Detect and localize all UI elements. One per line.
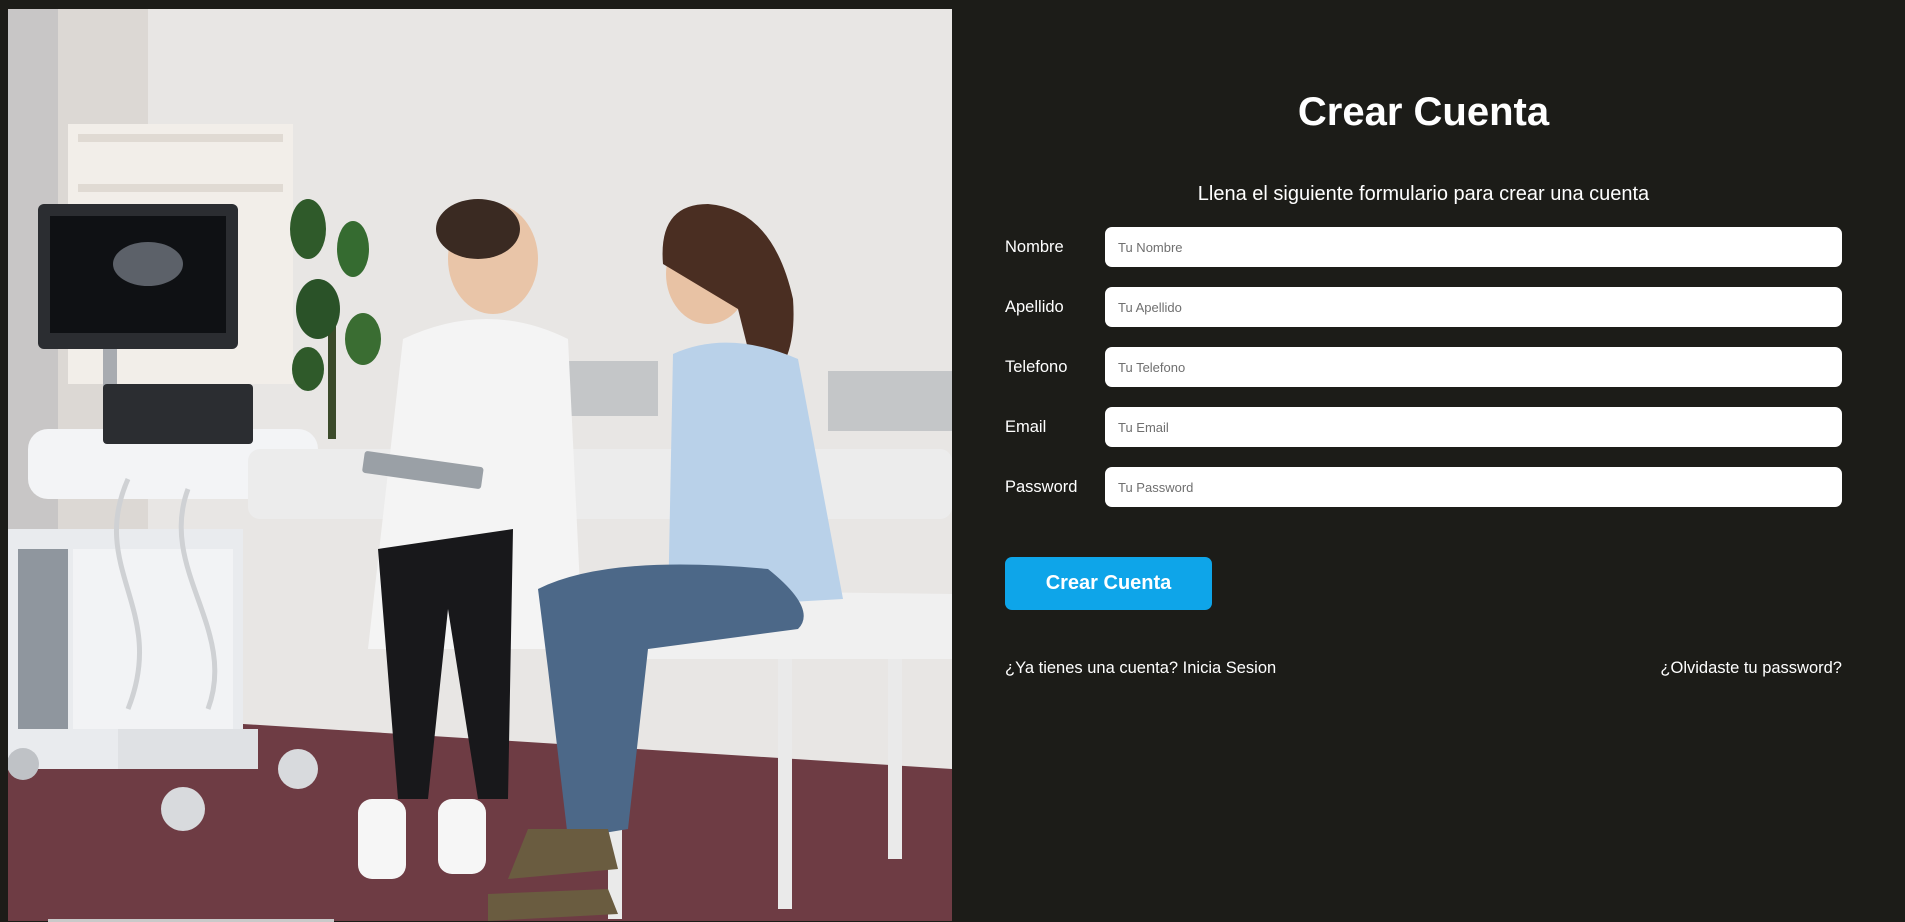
email-label: Email [1005,418,1047,436]
nombre-label: Nombre [1005,238,1064,256]
field-nombre: Nombre [1005,227,1894,267]
apellido-label: Apellido [1005,298,1064,316]
telefono-input[interactable] [1105,347,1842,387]
email-input[interactable] [1105,407,1842,447]
field-email: Email [1005,407,1894,447]
login-link[interactable]: ¿Ya tienes una cuenta? Inicia Sesion [1005,658,1276,678]
signup-page: Crear Cuenta Llena el siguiente formular… [0,0,1905,922]
nombre-input[interactable] [1105,227,1842,267]
forgot-password-link[interactable]: ¿Olvidaste tu password? [1660,658,1842,678]
password-input[interactable] [1105,467,1842,507]
telefono-label: Telefono [1005,358,1068,376]
page-title: Crear Cuenta [1297,90,1550,134]
form-subtitle: Llena el siguiente formulario para crear… [1197,183,1650,205]
create-account-button[interactable]: Crear Cuenta [1005,557,1212,610]
password-label: Password [1005,478,1078,496]
field-password: Password [1005,467,1894,507]
form-links: ¿Ya tienes una cuenta? Inicia Sesion ¿Ol… [1005,658,1842,678]
hero-image [8,9,952,921]
apellido-input[interactable] [1105,287,1842,327]
field-apellido: Apellido [1005,287,1894,327]
signup-form-panel: Crear Cuenta Llena el siguiente formular… [952,0,1905,922]
field-telefono: Telefono [1005,347,1894,387]
